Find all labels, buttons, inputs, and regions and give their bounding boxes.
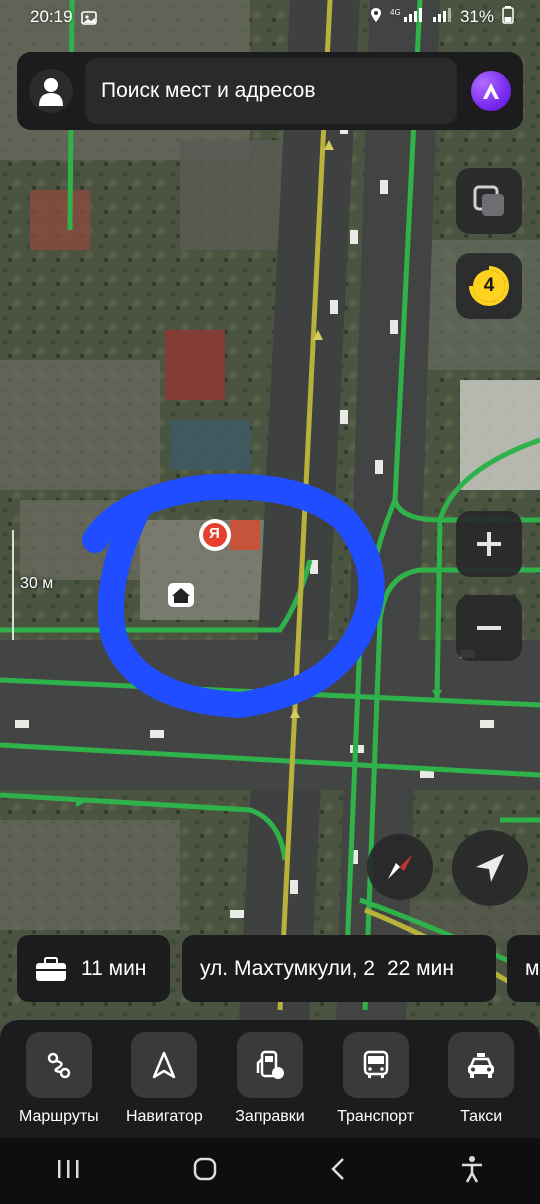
zoom-out-button[interactable] — [456, 595, 522, 661]
search-input[interactable]: Поиск мест и адресов — [85, 58, 457, 124]
home-marker[interactable] — [168, 583, 194, 607]
back-button[interactable] — [328, 1156, 348, 1187]
search-bar: Поиск мест и адресов — [17, 52, 523, 130]
location-icon — [370, 7, 382, 28]
recent-apps-icon — [58, 1159, 79, 1178]
work-route-time: 11 мин — [81, 956, 147, 980]
profile-avatar-button[interactable] — [29, 69, 73, 113]
nav-taxi-label: Такси — [460, 1108, 503, 1125]
nav-navigator[interactable]: Навигатор — [112, 1020, 218, 1138]
nav-routes-label: Маршруты — [18, 1108, 99, 1125]
svg-text:4G: 4G — [390, 8, 401, 17]
nav-transport-label: Транспорт — [337, 1108, 415, 1125]
compass-icon — [388, 855, 412, 879]
nav-navigator-label: Навигатор — [125, 1108, 203, 1125]
user-icon — [39, 78, 63, 106]
plus-icon — [477, 532, 501, 556]
search-placeholder: Поиск мест и адресов — [101, 79, 316, 102]
nav-taxi[interactable]: Такси — [428, 1020, 534, 1138]
gallery-notification-icon — [80, 10, 97, 25]
accessibility-button[interactable] — [459, 1155, 485, 1188]
home-button[interactable] — [192, 1156, 218, 1187]
bottom-navigation: Маршруты Навигатор Заправки Транспорт Та… — [0, 1020, 540, 1138]
back-icon — [331, 1157, 345, 1180]
traffic-level-badge: 4 — [473, 270, 505, 302]
location-arrow-icon — [476, 854, 504, 882]
nav-fuel[interactable]: Заправки — [217, 1020, 323, 1138]
bus-icon — [342, 1032, 409, 1098]
fuel-icon — [236, 1032, 303, 1098]
status-bar: 20:19 4G 31% — [0, 0, 540, 34]
zoom-in-button[interactable] — [456, 511, 522, 577]
scale-label: 30 м — [20, 575, 54, 592]
address-route-address: ул. Махтумкули, 2 — [200, 956, 375, 980]
traffic-button[interactable]: 4 — [456, 253, 522, 319]
clock: 20:19 — [30, 7, 73, 26]
recent-apps-button[interactable] — [55, 1157, 81, 1186]
my-location-button[interactable] — [452, 830, 528, 906]
work-route-chip[interactable]: 11 мин — [17, 935, 170, 1002]
layers-icon — [473, 185, 504, 216]
nav-fuel-label: Заправки — [235, 1108, 305, 1125]
battery-percent: 31% — [459, 7, 494, 26]
signal-icon — [432, 7, 452, 28]
4g-signal-icon: 4G — [390, 7, 424, 28]
more-route-label: м — [525, 956, 540, 980]
map-layers-button[interactable] — [456, 168, 522, 234]
nav-transport[interactable]: Транспорт — [323, 1020, 429, 1138]
compass-button[interactable] — [367, 834, 433, 900]
yandex-poi-letter: Я — [209, 525, 220, 542]
minus-icon — [477, 626, 501, 630]
alice-assistant-button[interactable] — [471, 71, 511, 111]
home-icon — [193, 1157, 216, 1180]
more-route-chip[interactable]: м — [507, 935, 540, 1002]
accessibility-icon — [461, 1155, 482, 1183]
navigator-icon — [131, 1032, 198, 1098]
scale-bar — [12, 530, 14, 640]
routes-icon — [25, 1032, 92, 1098]
battery-icon — [502, 5, 514, 29]
nav-routes[interactable]: Маршруты — [6, 1020, 112, 1138]
briefcase-icon — [36, 956, 66, 981]
alice-icon — [483, 83, 499, 99]
address-route-chip[interactable]: ул. Махтумкули, 2 22 мин — [182, 935, 496, 1002]
taxi-icon — [448, 1032, 515, 1098]
address-route-time: 22 мин — [386, 956, 454, 980]
system-navigation-bar — [0, 1138, 540, 1204]
